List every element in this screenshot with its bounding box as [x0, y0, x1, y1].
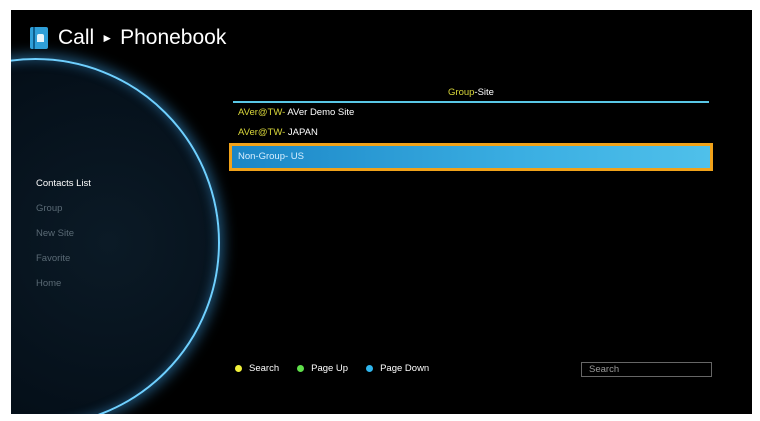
list-item-site: JAPAN — [285, 127, 318, 138]
menu-item-new-site[interactable]: New Site — [36, 228, 91, 253]
hint-search-label: Search — [249, 363, 280, 374]
search-input[interactable]: Search — [581, 362, 712, 377]
menu-item-favorite[interactable]: Favorite — [36, 253, 91, 278]
breadcrumb-arrow-icon: ► — [101, 31, 114, 45]
hint-page-up[interactable]: Page Up — [297, 363, 348, 374]
header-subtitle: Phonebook — [120, 26, 227, 49]
header-title: Call — [58, 26, 95, 49]
hint-page-up-label: Page Up — [311, 363, 349, 374]
blue-dot-icon — [366, 365, 374, 372]
list-item-site: US — [288, 151, 305, 162]
list-item[interactable]: AVer@TW- AVer Demo Site — [233, 103, 709, 123]
menu-item-contacts-list[interactable]: Contacts List — [36, 178, 91, 203]
menu-item-home[interactable]: Home — [36, 278, 91, 303]
green-dot-icon — [297, 365, 305, 372]
list-item-group: AVer@TW- — [238, 127, 286, 138]
side-menu: Contacts List Group New Site Favorite Ho… — [36, 178, 91, 303]
list-column-header: Group-Site — [233, 86, 709, 103]
menu-item-group[interactable]: Group — [36, 203, 91, 228]
yellow-dot-icon — [235, 365, 242, 372]
hint-page-down[interactable]: Page Down — [366, 363, 429, 374]
page-header: Call ► Phonebook — [30, 26, 226, 50]
list-item-site: AVer Demo Site — [285, 107, 355, 118]
hint-page-down-label: Page Down — [380, 363, 430, 374]
list-item-group: AVer@TW- — [238, 107, 286, 118]
contact-list: Group-Site AVer@TW- AVer Demo Site AVer@… — [229, 86, 713, 171]
phonebook-icon — [30, 27, 48, 49]
tv-screen: Call ► Phonebook Contacts List Group New… — [11, 10, 752, 414]
list-item[interactable]: AVer@TW- JAPAN — [233, 123, 709, 143]
list-item-group: Non-Group- — [238, 151, 289, 162]
list-item-selected[interactable]: Non-Group- US — [229, 143, 713, 171]
column-header-group: Group — [448, 87, 475, 98]
button-hints: Search Page Up Page Down — [235, 363, 447, 374]
hint-search[interactable]: Search — [235, 363, 279, 374]
column-header-site: -Site — [474, 87, 494, 98]
